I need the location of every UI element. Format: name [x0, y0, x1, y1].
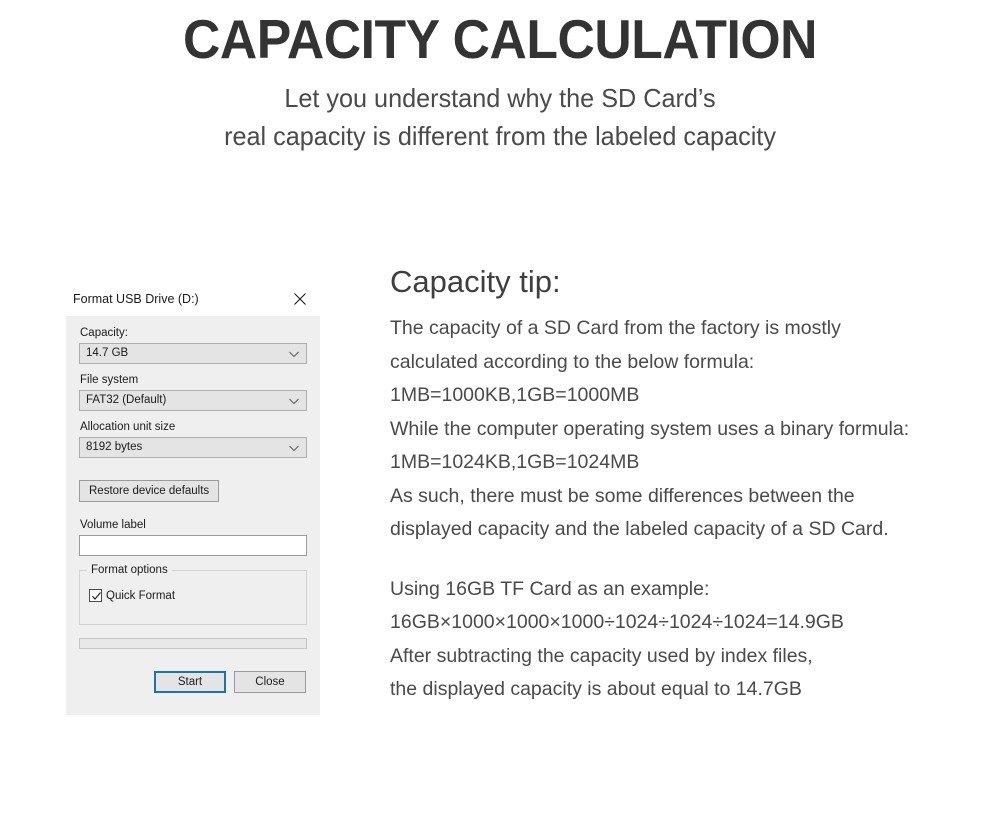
- format-options-legend: Format options: [87, 563, 172, 577]
- capacity-tip-block-1: The capacity of a SD Card from the facto…: [390, 312, 980, 547]
- tip-line: 1MB=1024KB,1GB=1024MB: [390, 451, 640, 473]
- format-progress-bar: [79, 638, 307, 649]
- format-options-groupbox: Format options Quick Format: [79, 563, 307, 625]
- close-button[interactable]: Close: [234, 671, 306, 693]
- allocation-unit-size-value: 8192 bytes: [86, 441, 143, 453]
- page-header: CAPACITY CALCULATION Let you understand …: [0, 0, 1000, 155]
- volume-label-field-group: Volume label: [79, 518, 307, 556]
- restore-device-defaults-button[interactable]: Restore device defaults: [79, 480, 220, 502]
- dialog-button-row: Start Close: [79, 671, 307, 693]
- tip-line: 1MB=1000KB,1GB=1000MB: [390, 384, 640, 406]
- quick-format-checkbox-row[interactable]: Quick Format: [89, 589, 175, 602]
- tip-line: the displayed capacity is about equal to…: [390, 678, 802, 700]
- file-system-field-group: File system FAT32 (Default): [79, 373, 307, 411]
- close-icon[interactable]: [292, 291, 308, 307]
- file-system-value: FAT32 (Default): [86, 394, 167, 406]
- page-subtitle-line-1: Let you understand why the SD Card’s: [284, 83, 716, 113]
- capacity-tip-panel: Capacity tip: The capacity of a SD Card …: [390, 262, 980, 707]
- capacity-value: 14.7 GB: [86, 347, 129, 359]
- checkmark-icon[interactable]: [89, 589, 102, 602]
- chevron-down-icon: [288, 349, 300, 360]
- allocation-unit-size-label: Allocation unit size: [80, 421, 176, 433]
- tip-line: Using 16GB TF Card as an example:: [390, 577, 710, 600]
- capacity-field-group: Capacity: 14.7 GB: [79, 326, 307, 364]
- file-system-label: File system: [80, 374, 139, 386]
- tip-line: calculated according to the below formul…: [390, 350, 755, 373]
- tip-line: As such, there must be some differences …: [390, 484, 855, 507]
- capacity-label: Capacity:: [80, 327, 128, 339]
- volume-label-input[interactable]: [79, 535, 307, 556]
- tip-line: displayed capacity and the labeled capac…: [390, 518, 889, 540]
- capacity-select[interactable]: 14.7 GB: [79, 343, 307, 364]
- dialog-title: Format USB Drive (D:): [73, 292, 199, 306]
- tip-line: The capacity of a SD Card from the facto…: [390, 317, 841, 339]
- allocation-unit-size-field-group: Allocation unit size 8192 bytes: [79, 420, 307, 458]
- chevron-down-icon: [288, 396, 300, 407]
- tip-line: 16GB×1000×1000×1000÷1024÷1024÷1024=14.9G…: [390, 611, 844, 633]
- start-button[interactable]: Start: [154, 671, 226, 693]
- allocation-unit-size-select[interactable]: 8192 bytes: [79, 437, 307, 458]
- volume-label-label: Volume label: [80, 519, 146, 531]
- format-usb-drive-dialog: Format USB Drive (D:) Capacity: 14.7 GB …: [66, 287, 320, 715]
- dialog-body: Capacity: 14.7 GB File system FAT32 (Def…: [66, 316, 320, 715]
- page-subtitle-line-2: real capacity is different from the labe…: [224, 121, 776, 151]
- tip-line: While the computer operating system uses…: [390, 417, 910, 440]
- file-system-select[interactable]: FAT32 (Default): [79, 390, 307, 411]
- chevron-down-icon: [288, 443, 300, 454]
- page-title: CAPACITY CALCULATION: [183, 8, 817, 70]
- quick-format-label: Quick Format: [106, 589, 176, 602]
- capacity-tip-heading: Capacity tip:: [390, 264, 561, 299]
- tip-line: After subtracting the capacity used by i…: [390, 644, 813, 667]
- capacity-tip-block-2: Using 16GB TF Card as an example: 16GB×1…: [390, 573, 980, 707]
- dialog-titlebar: Format USB Drive (D:): [66, 287, 320, 316]
